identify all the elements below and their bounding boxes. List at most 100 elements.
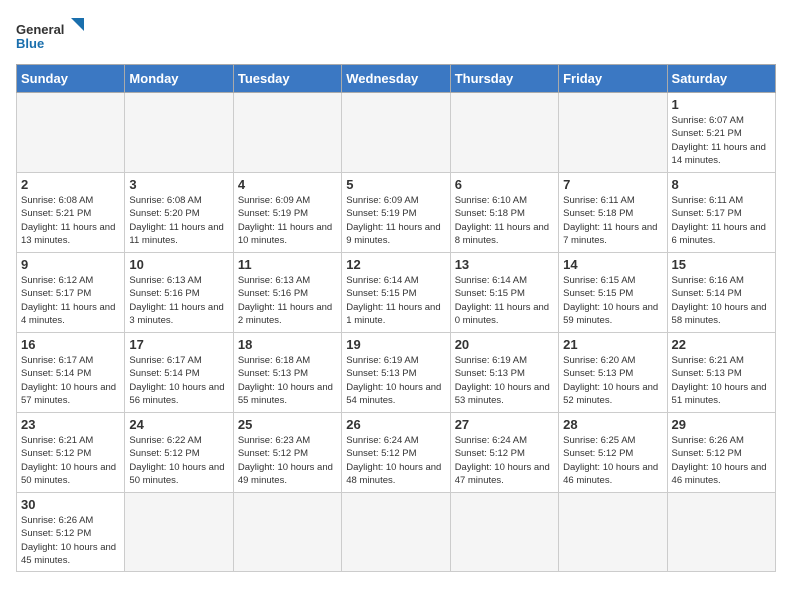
week-row-1: 1 Sunrise: 6:07 AM Sunset: 5:21 PM Daylig… — [17, 93, 776, 173]
calendar-cell — [125, 493, 233, 572]
day-number: 26 — [346, 417, 445, 432]
day-header-thursday: Thursday — [450, 65, 558, 93]
day-info: Sunrise: 6:17 AM Sunset: 5:14 PM Dayligh… — [21, 354, 120, 407]
calendar-cell: 12 Sunrise: 6:14 AM Sunset: 5:15 PM Dayli… — [342, 253, 450, 333]
day-info: Sunrise: 6:10 AM Sunset: 5:18 PM Dayligh… — [455, 194, 554, 247]
calendar-cell: 25Sunrise: 6:23 AM Sunset: 5:12 PM Dayli… — [233, 413, 341, 493]
calendar-cell: 22 Sunrise: 6:21 AM Sunset: 5:13 PM Dayli… — [667, 333, 775, 413]
calendar-cell — [233, 493, 341, 572]
day-number: 4 — [238, 177, 337, 192]
day-number: 17 — [129, 337, 228, 352]
day-number: 11 — [238, 257, 337, 272]
day-info: Sunrise: 6:08 AM Sunset: 5:20 PM Dayligh… — [129, 194, 228, 247]
day-header-tuesday: Tuesday — [233, 65, 341, 93]
day-info: Sunrise: 6:13 AM Sunset: 5:16 PM Dayligh… — [238, 274, 337, 327]
day-info: Sunrise: 6:15 AM Sunset: 5:15 PM Dayligh… — [563, 274, 662, 327]
day-info: Sunrise: 6:13 AM Sunset: 5:16 PM Dayligh… — [129, 274, 228, 327]
day-number: 30 — [21, 497, 120, 512]
calendar-cell: 20Sunrise: 6:19 AM Sunset: 5:13 PM Dayli… — [450, 333, 558, 413]
day-number: 27 — [455, 417, 554, 432]
week-row-3: 9 Sunrise: 6:12 AM Sunset: 5:17 PM Daylig… — [17, 253, 776, 333]
header: General Blue — [16, 16, 776, 56]
calendar-cell: 7 Sunrise: 6:11 AM Sunset: 5:18 PM Daylig… — [559, 173, 667, 253]
week-row-4: 16 Sunrise: 6:17 AM Sunset: 5:14 PM Dayli… — [17, 333, 776, 413]
day-number: 1 — [672, 97, 771, 112]
day-header-friday: Friday — [559, 65, 667, 93]
day-number: 12 — [346, 257, 445, 272]
day-number: 3 — [129, 177, 228, 192]
calendar-cell — [667, 493, 775, 572]
header-row: SundayMondayTuesdayWednesdayThursdayFrid… — [17, 65, 776, 93]
calendar-cell — [450, 93, 558, 173]
calendar-cell: 16 Sunrise: 6:17 AM Sunset: 5:14 PM Dayli… — [17, 333, 125, 413]
calendar-cell: 29 Sunrise: 6:26 AM Sunset: 5:12 PM Dayli… — [667, 413, 775, 493]
calendar-cell: 2Sunrise: 6:08 AM Sunset: 5:21 PM Daylig… — [17, 173, 125, 253]
day-number: 21 — [563, 337, 662, 352]
week-row-6: 30Sunrise: 6:26 AM Sunset: 5:12 PM Dayli… — [17, 493, 776, 572]
calendar-cell — [17, 93, 125, 173]
day-number: 8 — [672, 177, 771, 192]
calendar-cell — [342, 93, 450, 173]
day-number: 29 — [672, 417, 771, 432]
day-number: 15 — [672, 257, 771, 272]
day-info: Sunrise: 6:19 AM Sunset: 5:13 PM Dayligh… — [455, 354, 554, 407]
day-info: Sunrise: 6:25 AM Sunset: 5:12 PM Dayligh… — [563, 434, 662, 487]
calendar-cell: 17 Sunrise: 6:17 AM Sunset: 5:14 PM Dayli… — [125, 333, 233, 413]
day-number: 19 — [346, 337, 445, 352]
day-header-monday: Monday — [125, 65, 233, 93]
calendar-cell — [342, 493, 450, 572]
day-number: 9 — [21, 257, 120, 272]
day-header-saturday: Saturday — [667, 65, 775, 93]
day-number: 24 — [129, 417, 228, 432]
calendar-cell: 13 Sunrise: 6:14 AM Sunset: 5:15 PM Dayli… — [450, 253, 558, 333]
calendar-cell: 30Sunrise: 6:26 AM Sunset: 5:12 PM Dayli… — [17, 493, 125, 572]
day-number: 14 — [563, 257, 662, 272]
calendar-cell: 21 Sunrise: 6:20 AM Sunset: 5:13 PM Dayli… — [559, 333, 667, 413]
day-info: Sunrise: 6:07 AM Sunset: 5:21 PM Dayligh… — [672, 114, 771, 167]
day-info: Sunrise: 6:26 AM Sunset: 5:12 PM Dayligh… — [672, 434, 771, 487]
day-info: Sunrise: 6:14 AM Sunset: 5:15 PM Dayligh… — [346, 274, 445, 327]
day-number: 18 — [238, 337, 337, 352]
week-row-2: 2Sunrise: 6:08 AM Sunset: 5:21 PM Daylig… — [17, 173, 776, 253]
day-number: 13 — [455, 257, 554, 272]
calendar-cell: 24Sunrise: 6:22 AM Sunset: 5:12 PM Dayli… — [125, 413, 233, 493]
day-info: Sunrise: 6:11 AM Sunset: 5:18 PM Dayligh… — [563, 194, 662, 247]
week-row-5: 23 Sunrise: 6:21 AM Sunset: 5:12 PM Dayli… — [17, 413, 776, 493]
day-info: Sunrise: 6:09 AM Sunset: 5:19 PM Dayligh… — [346, 194, 445, 247]
day-number: 16 — [21, 337, 120, 352]
day-info: Sunrise: 6:12 AM Sunset: 5:17 PM Dayligh… — [21, 274, 120, 327]
day-header-sunday: Sunday — [17, 65, 125, 93]
day-number: 22 — [672, 337, 771, 352]
calendar-cell: 8Sunrise: 6:11 AM Sunset: 5:17 PM Daylig… — [667, 173, 775, 253]
day-info: Sunrise: 6:21 AM Sunset: 5:12 PM Dayligh… — [21, 434, 120, 487]
day-info: Sunrise: 6:18 AM Sunset: 5:13 PM Dayligh… — [238, 354, 337, 407]
calendar-cell: 15Sunrise: 6:16 AM Sunset: 5:14 PM Dayli… — [667, 253, 775, 333]
calendar-cell: 27 Sunrise: 6:24 AM Sunset: 5:12 PM Dayli… — [450, 413, 558, 493]
day-number: 23 — [21, 417, 120, 432]
calendar-cell: 28Sunrise: 6:25 AM Sunset: 5:12 PM Dayli… — [559, 413, 667, 493]
calendar-cell — [450, 493, 558, 572]
calendar-cell: 19Sunrise: 6:19 AM Sunset: 5:13 PM Dayli… — [342, 333, 450, 413]
day-info: Sunrise: 6:14 AM Sunset: 5:15 PM Dayligh… — [455, 274, 554, 327]
calendar-cell: 5Sunrise: 6:09 AM Sunset: 5:19 PM Daylig… — [342, 173, 450, 253]
day-info: Sunrise: 6:09 AM Sunset: 5:19 PM Dayligh… — [238, 194, 337, 247]
calendar-cell: 4 Sunrise: 6:09 AM Sunset: 5:19 PM Daylig… — [233, 173, 341, 253]
calendar-cell: 9 Sunrise: 6:12 AM Sunset: 5:17 PM Daylig… — [17, 253, 125, 333]
calendar-cell: 14 Sunrise: 6:15 AM Sunset: 5:15 PM Dayli… — [559, 253, 667, 333]
calendar-cell: 18 Sunrise: 6:18 AM Sunset: 5:13 PM Dayli… — [233, 333, 341, 413]
day-info: Sunrise: 6:20 AM Sunset: 5:13 PM Dayligh… — [563, 354, 662, 407]
calendar-table: SundayMondayTuesdayWednesdayThursdayFrid… — [16, 64, 776, 572]
day-info: Sunrise: 6:17 AM Sunset: 5:14 PM Dayligh… — [129, 354, 228, 407]
day-info: Sunrise: 6:23 AM Sunset: 5:12 PM Dayligh… — [238, 434, 337, 487]
calendar-cell — [559, 493, 667, 572]
logo: General Blue — [16, 16, 86, 56]
day-info: Sunrise: 6:24 AM Sunset: 5:12 PM Dayligh… — [455, 434, 554, 487]
day-info: Sunrise: 6:21 AM Sunset: 5:13 PM Dayligh… — [672, 354, 771, 407]
day-number: 6 — [455, 177, 554, 192]
calendar-cell: 3 Sunrise: 6:08 AM Sunset: 5:20 PM Daylig… — [125, 173, 233, 253]
logo-svg: General Blue — [16, 16, 86, 56]
calendar-cell: 26Sunrise: 6:24 AM Sunset: 5:12 PM Dayli… — [342, 413, 450, 493]
svg-text:General: General — [16, 22, 64, 37]
day-number: 7 — [563, 177, 662, 192]
day-header-wednesday: Wednesday — [342, 65, 450, 93]
